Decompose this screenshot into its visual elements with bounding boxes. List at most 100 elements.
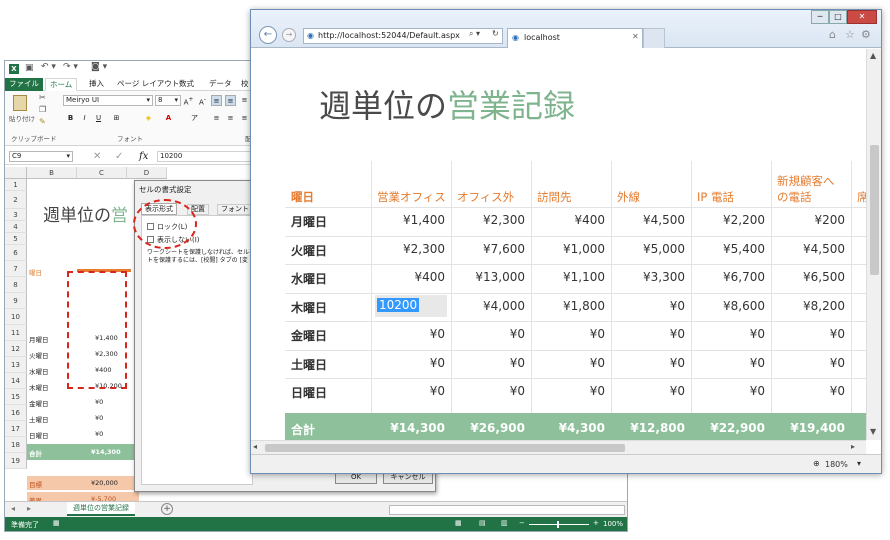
macro-record-icon[interactable]: ▦ xyxy=(53,519,60,527)
browser-zoom-level[interactable]: 180% xyxy=(825,460,848,469)
tab-data[interactable]: データ xyxy=(205,78,236,91)
align-left-icon[interactable]: ≡ xyxy=(211,113,222,124)
value-cell[interactable]: ¥0 xyxy=(531,356,605,370)
align-middle-icon[interactable]: ≡ xyxy=(225,95,236,106)
add-sheet-icon[interactable]: + xyxy=(161,503,173,515)
select-all-corner[interactable] xyxy=(5,167,27,179)
align-center-icon[interactable]: ≡ xyxy=(225,113,236,124)
value-cell[interactable]: ¥3,300 xyxy=(611,270,685,284)
new-tab-button[interactable] xyxy=(643,28,665,48)
value-cell[interactable]: ¥0 xyxy=(691,356,765,370)
font-name-select[interactable]: Meiryo UI ▾ xyxy=(63,95,153,106)
align-bottom-icon[interactable]: ≡ xyxy=(239,95,250,106)
value-cell[interactable]: ¥2,300 xyxy=(451,213,525,227)
horizontal-scroll-thumb[interactable] xyxy=(265,444,625,452)
value-cell[interactable]: ¥0 xyxy=(95,430,103,438)
sheet-tab[interactable]: 週単位の営業記録 xyxy=(67,502,135,516)
row-header[interactable]: 5 xyxy=(5,233,27,245)
value-cell[interactable]: ¥0 xyxy=(451,384,525,398)
value-cell[interactable]: ¥0 xyxy=(771,327,845,341)
value-cell[interactable]: ¥4,500 xyxy=(611,213,685,227)
value-cell[interactable]: ¥0 xyxy=(95,414,103,422)
value-cell[interactable]: ¥8,200 xyxy=(771,299,845,313)
column-header[interactable]: D xyxy=(127,167,167,179)
normal-view-icon[interactable]: ▦ xyxy=(455,519,462,527)
value-cell[interactable]: ¥1,000 xyxy=(531,242,605,256)
format-painter-icon[interactable]: ✎ xyxy=(39,117,46,126)
day-cell[interactable]: 日曜日 xyxy=(29,430,49,440)
row-header[interactable]: 19 xyxy=(5,453,27,469)
column-header[interactable]: B xyxy=(27,167,77,179)
bold-icon[interactable]: B xyxy=(65,113,76,124)
page-layout-view-icon[interactable]: ▤ xyxy=(479,519,486,527)
tab-file[interactable]: ファイル xyxy=(5,78,43,91)
phonetic-icon[interactable]: ア xyxy=(189,113,200,124)
value-cell[interactable]: ¥5,000 xyxy=(611,242,685,256)
row-header[interactable]: 1 xyxy=(5,179,27,191)
day-cell[interactable]: 土曜日 xyxy=(29,414,49,424)
save-icon[interactable]: ▣ xyxy=(25,63,34,73)
align-top-icon[interactable]: ≡ xyxy=(211,95,222,106)
editing-cell-input[interactable]: 10200 xyxy=(375,294,447,317)
row-header[interactable]: 4 xyxy=(5,221,27,233)
value-cell[interactable]: ¥0 xyxy=(451,356,525,370)
row-header[interactable]: 13 xyxy=(5,357,27,373)
value-cell[interactable]: ¥1,800 xyxy=(531,299,605,313)
confirm-entry-icon[interactable]: ✓ xyxy=(115,151,123,162)
row-header[interactable]: 2 xyxy=(5,191,27,209)
value-cell[interactable]: ¥13,000 xyxy=(451,270,525,284)
cut-icon[interactable]: ✂ xyxy=(39,93,46,102)
row-header[interactable]: 11 xyxy=(5,325,27,341)
horizontal-scrollbar[interactable] xyxy=(389,505,625,515)
row-header[interactable]: 10 xyxy=(5,309,27,325)
font-size-select[interactable]: 8 ▾ xyxy=(155,95,181,106)
day-cell[interactable]: 火曜日 xyxy=(29,350,49,360)
total-label-cell[interactable]: 合計 xyxy=(29,448,42,458)
font-color-icon[interactable]: A xyxy=(163,113,174,124)
tab-formulas[interactable]: 数式 xyxy=(175,78,198,91)
day-cell[interactable]: 金曜日 xyxy=(29,398,49,408)
italic-icon[interactable]: I xyxy=(79,113,90,124)
goal-label-cell[interactable]: 目標 xyxy=(29,479,42,489)
day-cell[interactable]: 月曜日 xyxy=(29,334,49,344)
value-cell[interactable]: ¥4,000 xyxy=(451,299,525,313)
value-cell[interactable]: ¥0 xyxy=(531,327,605,341)
value-cell[interactable]: ¥0 xyxy=(771,384,845,398)
value-cell[interactable]: ¥0 xyxy=(691,327,765,341)
value-cell[interactable]: ¥1,100 xyxy=(531,270,605,284)
settings-gear-icon[interactable]: ⚙ xyxy=(861,28,871,41)
value-cell[interactable]: ¥200 xyxy=(771,213,845,227)
value-cell[interactable]: ¥0 xyxy=(611,384,685,398)
value-cell[interactable]: ¥0 xyxy=(531,384,605,398)
value-cell[interactable]: ¥0 xyxy=(451,327,525,341)
scroll-left-icon[interactable]: ◂ xyxy=(253,442,257,451)
column-header[interactable]: C xyxy=(77,167,127,179)
paste-icon[interactable] xyxy=(13,95,27,111)
back-button[interactable]: ← xyxy=(259,26,277,44)
row-header[interactable]: 8 xyxy=(5,277,27,293)
value-cell[interactable]: ¥400 xyxy=(371,270,445,284)
row-header[interactable]: 18 xyxy=(5,437,27,453)
borders-icon[interactable]: ⊞ xyxy=(111,113,122,124)
zoom-level[interactable]: 100% xyxy=(603,520,623,528)
scroll-down-icon[interactable]: ▼ xyxy=(870,427,876,436)
zoom-in-icon[interactable]: + xyxy=(593,519,599,527)
tab-page-layout[interactable]: ページ レイアウト xyxy=(113,78,183,91)
cancel-entry-icon[interactable]: ✕ xyxy=(93,151,101,162)
tab-home[interactable]: ホーム xyxy=(45,78,78,91)
home-icon[interactable]: ⌂ xyxy=(829,28,836,41)
sheet-prev-icon[interactable]: ◂ xyxy=(11,504,15,513)
value-cell[interactable]: ¥0 xyxy=(371,384,445,398)
tab-close-icon[interactable]: ✕ xyxy=(632,32,639,41)
goal-value-cell[interactable]: ¥20,000 xyxy=(91,479,118,487)
chevron-down-icon[interactable]: ▾ xyxy=(857,459,861,468)
maximize-button[interactable]: □ xyxy=(829,10,847,24)
value-cell[interactable]: ¥0 xyxy=(771,356,845,370)
horizontal-scrollbar[interactable]: ◂ ▸ xyxy=(251,440,866,454)
undo-icon[interactable]: ↶ ▾ xyxy=(41,62,56,72)
browser-tab[interactable]: ◉ localhost ✕ xyxy=(507,28,643,48)
value-cell[interactable]: ¥7,600 xyxy=(451,242,525,256)
day-cell[interactable]: 水曜日 xyxy=(29,366,49,376)
row-header[interactable]: 12 xyxy=(5,341,27,357)
forward-button[interactable]: → xyxy=(282,28,296,42)
